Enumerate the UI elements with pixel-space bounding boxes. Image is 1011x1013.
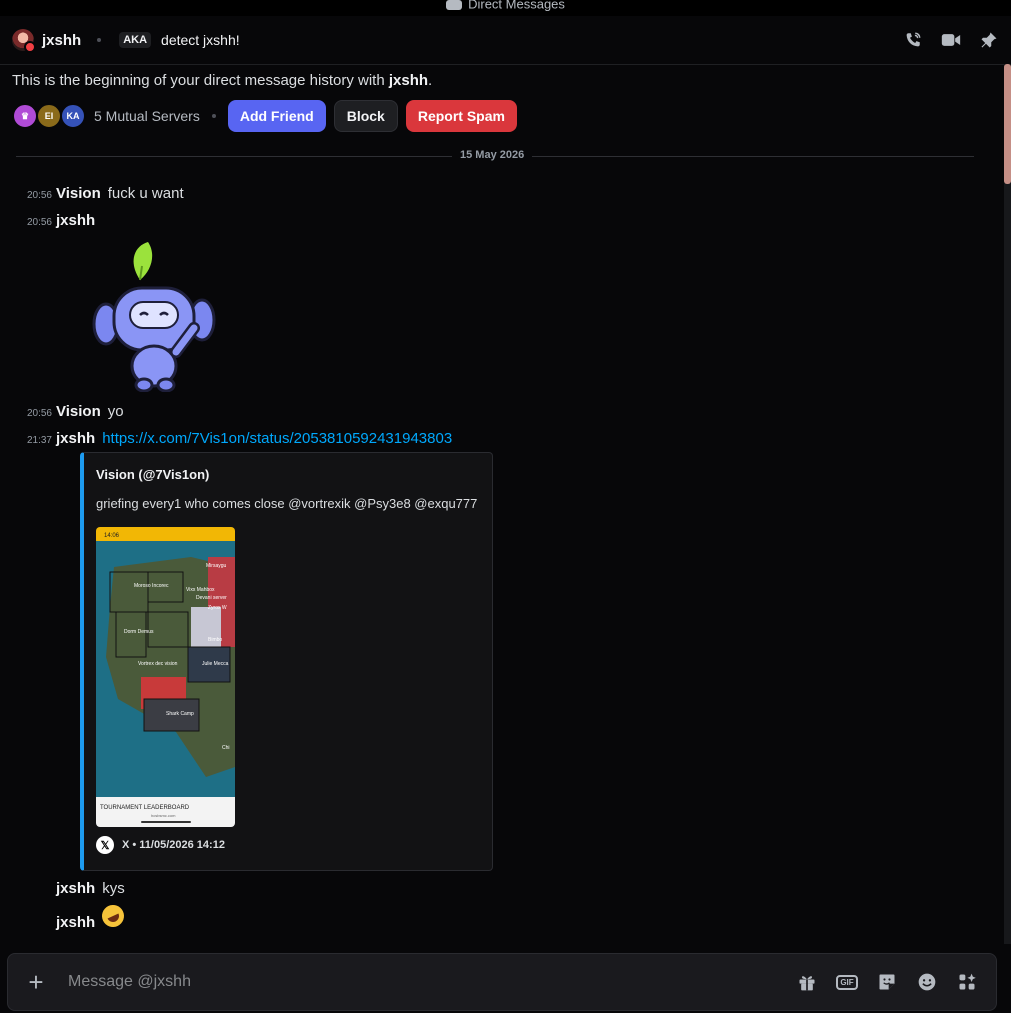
wumpus-sticker[interactable] [90, 240, 218, 392]
message-author[interactable]: Vision [56, 185, 101, 202]
add-friend-button[interactable]: Add Friend [227, 100, 326, 132]
message-text: kys [102, 880, 125, 897]
add-attachment-icon[interactable]: + [22, 969, 50, 995]
intro-prefix: This is the beginning of your direct mes… [12, 72, 389, 89]
intro-username: jxshh [388, 72, 429, 89]
window-titlebar: Direct Messages [0, 0, 1011, 16]
phone-icon[interactable] [903, 30, 923, 50]
pin-icon[interactable] [979, 30, 999, 50]
separator-dot [211, 114, 216, 118]
gif-label: GIF [836, 974, 858, 990]
scrollbar-track[interactable] [1004, 64, 1011, 944]
dm-intro-text: This is the beginning of your direct mes… [12, 72, 432, 89]
map-label: Dorm Demus [124, 629, 154, 635]
embed-author[interactable]: Vision (@7Vis1on) [96, 467, 209, 482]
message-timestamp[interactable]: 20:56 [0, 217, 56, 228]
embed-image[interactable]: 14:06 Mirsaygu Moroso Incorec Vixx Mahbo… [96, 527, 235, 827]
rolling-laughing-emoji-icon[interactable] [98, 901, 128, 931]
map-label: Mirsaygu [206, 563, 227, 569]
map-label: Julie Mecca [202, 661, 229, 667]
embed-footer-text: X • 11/05/2026 14:12 [122, 839, 225, 851]
leaderboard-label: TOURNAMENT LEADERBOARD [100, 805, 190, 811]
message-timestamp[interactable]: 20:56 [0, 408, 56, 419]
intro-suffix: . [428, 72, 433, 89]
message-timestamp[interactable]: 21:37 [0, 435, 56, 446]
phone-status-time: 14:06 [104, 533, 120, 539]
avatar[interactable] [12, 29, 36, 53]
dm-username[interactable]: jxshh [42, 32, 81, 49]
map-label: Bimbo [208, 637, 222, 643]
apps-icon[interactable] [956, 971, 978, 993]
message-timestamp[interactable]: 20:56 [0, 190, 56, 201]
map-label: Shark Camp [166, 711, 194, 717]
message[interactable]: 20:56 Vision fuck u want [0, 185, 184, 202]
message-input[interactable] [66, 972, 796, 992]
message-author[interactable]: Vision [56, 403, 101, 420]
date-divider-label: 15 May 2026 [452, 149, 533, 161]
image-url-label: hcsbsmc.com [151, 813, 176, 818]
scrollbar-thumb[interactable] [1004, 64, 1011, 184]
message-author[interactable]: jxshh [56, 212, 95, 229]
map-label: Devani server [196, 595, 227, 601]
map-label: Chi [222, 745, 230, 751]
video-icon[interactable] [941, 30, 961, 50]
message-text: fuck u want [107, 185, 184, 202]
embed-footer: 𝕏 X • 11/05/2026 14:12 [96, 836, 225, 854]
embed-description: griefing every1 who comes close @vortrex… [96, 496, 478, 511]
separator-dot [97, 38, 102, 42]
map-label: Vortrex dec vision [138, 661, 178, 667]
message[interactable]: 20:56 jxshh [0, 212, 102, 229]
nickname: detect jxshh! [161, 32, 240, 48]
map-label: Vixx Mahbox [186, 587, 215, 593]
message-author[interactable]: jxshh [56, 880, 95, 897]
message[interactable]: jxshh [0, 901, 128, 931]
message[interactable]: 21:37 jxshh https://x.com/7Vis1on/status… [0, 430, 452, 447]
block-button[interactable]: Block [333, 100, 398, 132]
message[interactable]: jxshh kys [0, 880, 125, 897]
mutual-servers-link[interactable]: 5 Mutual Servers [94, 108, 200, 124]
mutual-server-icon[interactable]: KA [60, 103, 86, 129]
gift-icon[interactable] [796, 971, 818, 993]
x-logo-icon: 𝕏 [96, 836, 114, 854]
sticker-icon[interactable] [876, 971, 898, 993]
window-title: Direct Messages [468, 0, 565, 12]
message[interactable]: 20:56 Vision yo [0, 403, 124, 420]
message-author[interactable]: jxshh [56, 430, 95, 447]
map-label: Zyrox W [208, 605, 227, 611]
aka-badge[interactable]: AKA [119, 32, 152, 48]
report-spam-button[interactable]: Report Spam [405, 100, 517, 132]
status-dnd-icon [24, 41, 36, 53]
message-composer: + GIF [7, 953, 997, 1011]
message-text: yo [107, 403, 124, 420]
mutual-server-icon[interactable]: EI [36, 103, 62, 129]
message-link[interactable]: https://x.com/7Vis1on/status/20538105924… [102, 430, 452, 447]
emoji-icon[interactable] [916, 971, 938, 993]
gif-icon[interactable]: GIF [836, 971, 858, 993]
message-author[interactable]: jxshh [56, 914, 95, 931]
discord-icon [446, 0, 463, 10]
dm-header: jxshh AKA detect jxshh! [0, 16, 1011, 65]
link-embed: Vision (@7Vis1on) griefing every1 who co… [80, 452, 493, 871]
mutual-actions-row: ♛ EI KA 5 Mutual Servers Add Friend Bloc… [12, 100, 525, 132]
map-label: Moroso Incorec [134, 583, 169, 589]
mutual-server-icon[interactable]: ♛ [12, 103, 38, 129]
